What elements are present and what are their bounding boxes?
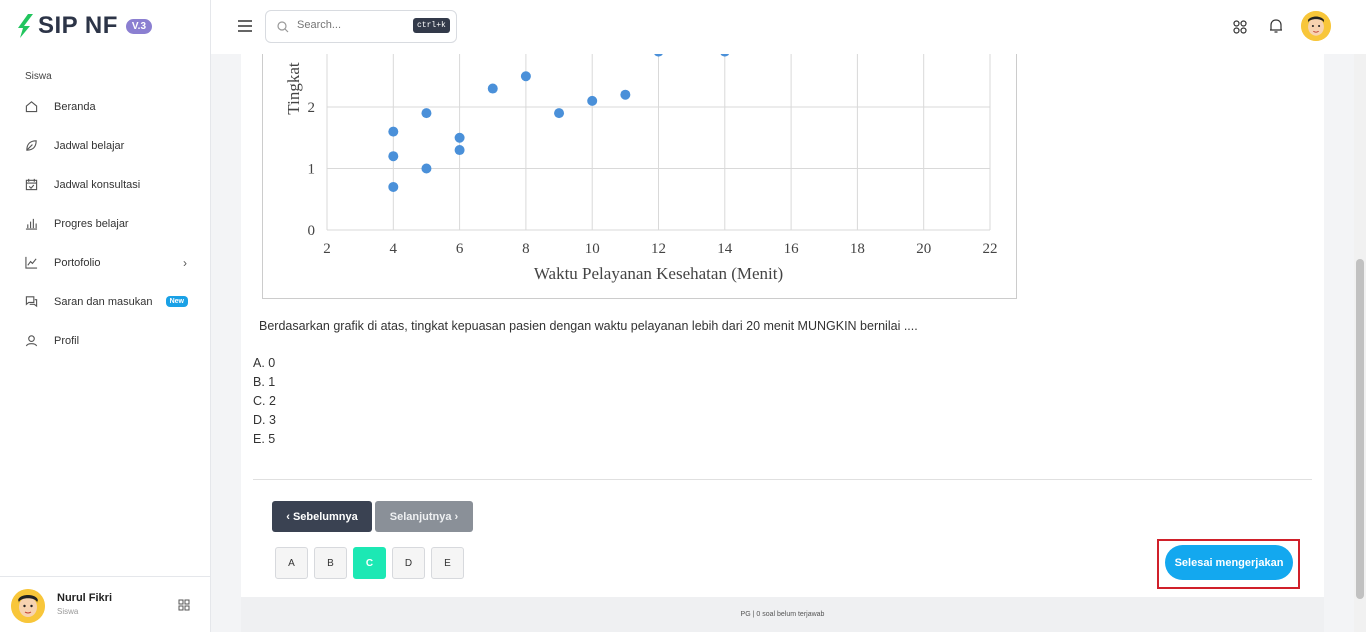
topbar: ctrl+k <box>211 0 1366 54</box>
x-tick-label: 14 <box>717 241 733 257</box>
avatar[interactable] <box>1301 11 1331 41</box>
scrollbar[interactable] <box>1354 54 1366 632</box>
menu-icon[interactable] <box>238 20 252 32</box>
option-a: A. 0 <box>253 356 276 370</box>
new-badge: New <box>165 296 188 307</box>
data-point <box>620 89 631 100</box>
user-name: Nurul Fikri <box>57 592 113 604</box>
sidebar-item-jadwal-belajar[interactable]: Jadwal belajar <box>0 126 211 165</box>
chevron-right-icon: › <box>183 255 187 270</box>
data-point <box>388 126 399 137</box>
x-tick-label: 6 <box>456 241 464 257</box>
bell-icon[interactable] <box>1269 18 1283 34</box>
data-point <box>487 83 498 94</box>
x-tick-label: 2 <box>323 241 331 257</box>
sidebar: SIP NF V.3 Siswa Beranda Jadwal belajar … <box>0 0 211 632</box>
user-role: Siswa <box>57 607 79 616</box>
apps-grid-icon[interactable] <box>1233 20 1247 34</box>
footer-status: PG | 0 soal belum terjawab <box>241 597 1324 632</box>
question-text: Berdasarkan grafik di atas, tingkat kepu… <box>259 319 918 333</box>
question-card: 2 4 6 8 10 12 14 16 18 20 22 0 1 2 Waktu Pelayanan Kes… <box>241 0 1324 632</box>
option-list: A. 0 B. 1 C. 2 D. 3 E. 5 <box>253 356 276 451</box>
x-axis-label: Waktu Pelayanan Kesehatan (Menit) <box>534 264 783 283</box>
data-point <box>388 181 399 192</box>
answer-button-e[interactable]: E <box>431 547 464 579</box>
sidebar-item-beranda[interactable]: Beranda <box>0 87 211 126</box>
trend-chart-icon <box>24 256 38 270</box>
sidebar-user-card[interactable]: Nurul Fikri Siswa <box>0 576 211 632</box>
y-tick-label: 0 <box>308 223 316 239</box>
data-point <box>421 108 432 119</box>
x-tick-label: 12 <box>651 241 666 257</box>
user-icon <box>24 334 38 348</box>
data-point <box>554 108 565 119</box>
scrollbar-thumb[interactable] <box>1356 259 1364 599</box>
calendar-check-icon <box>24 178 38 192</box>
data-point <box>454 132 465 143</box>
data-point <box>388 151 399 162</box>
answer-button-c[interactable]: C <box>353 547 386 579</box>
avatar <box>11 589 45 623</box>
sidebar-item-label: Saran dan masukan <box>54 295 153 308</box>
data-point <box>421 163 432 174</box>
x-tick-label: 22 <box>983 241 998 257</box>
home-icon <box>24 100 38 114</box>
bar-chart-icon <box>24 217 38 231</box>
x-tick-label: 10 <box>585 241 600 257</box>
switch-account-icon[interactable] <box>178 599 190 611</box>
data-point <box>520 71 531 82</box>
option-c: C. 2 <box>253 394 276 408</box>
sidebar-item-label: Progres belajar <box>54 217 129 230</box>
sidebar-item-jadwal-konsultasi[interactable]: Jadwal konsultasi <box>0 165 211 204</box>
option-e: E. 5 <box>253 432 276 446</box>
brand-logo[interactable]: SIP NF V.3 <box>18 12 153 40</box>
finish-button[interactable]: Selesai mengerjakan <box>1165 545 1293 580</box>
y-tick-label: 2 <box>308 100 316 116</box>
leaf-icon <box>24 139 38 153</box>
chevron-left-icon: ‹ <box>286 510 293 523</box>
sidebar-item-saran-dan-masukan[interactable]: Saran dan masukan New <box>0 282 211 321</box>
answer-button-a[interactable]: A <box>275 547 308 579</box>
next-label: Selanjutnya <box>389 510 452 523</box>
answer-button-b[interactable]: B <box>314 547 347 579</box>
x-tick-label: 18 <box>850 241 865 257</box>
search-input[interactable] <box>297 19 407 31</box>
x-tick-label: 4 <box>390 241 398 257</box>
data-point <box>587 95 598 106</box>
previous-label: Sebelumnya <box>292 510 358 523</box>
sidebar-item-label: Profil <box>54 334 80 347</box>
sidebar-item-label: Jadwal konsultasi <box>54 178 141 191</box>
next-button[interactable]: Selanjutnya › <box>375 501 473 532</box>
answer-button-d[interactable]: D <box>392 547 425 579</box>
sidebar-item-profil[interactable]: Profil <box>0 321 211 360</box>
chevron-right-icon: › <box>451 510 459 523</box>
search-box[interactable]: ctrl+k <box>265 10 457 43</box>
y-axis-label: Tingkat <box>284 62 303 115</box>
x-tick-label: 8 <box>522 241 530 257</box>
sidebar-nav: Beranda Jadwal belajar Jadwal konsultasi… <box>0 87 211 360</box>
sidebar-item-progres-belajar[interactable]: Progres belajar <box>0 204 211 243</box>
shortcut-hint: ctrl+k <box>413 18 450 33</box>
sidebar-item-label: Portofolio <box>54 256 101 269</box>
brand-name: SIP NF <box>38 12 118 39</box>
data-point <box>454 145 465 156</box>
x-tick-label: 16 <box>784 241 800 257</box>
sidebar-item-label: Jadwal belajar <box>54 139 125 152</box>
option-d: D. 3 <box>253 413 276 427</box>
chat-icon <box>24 295 38 309</box>
x-tick-label: 20 <box>916 241 931 257</box>
search-icon <box>277 21 289 33</box>
previous-button[interactable]: ‹ Sebelumnya <box>272 501 372 532</box>
divider <box>253 479 1312 480</box>
answer-selector: A B C D E <box>275 547 470 579</box>
version-badge: V.3 <box>125 18 153 34</box>
sidebar-section-label: Siswa <box>25 71 52 82</box>
y-tick-label: 1 <box>308 162 316 178</box>
option-b: B. 1 <box>253 375 276 389</box>
leaf-logo-icon <box>18 14 33 38</box>
sidebar-item-portofolio[interactable]: Portofolio › <box>0 243 211 282</box>
sidebar-item-label: Beranda <box>54 100 96 113</box>
